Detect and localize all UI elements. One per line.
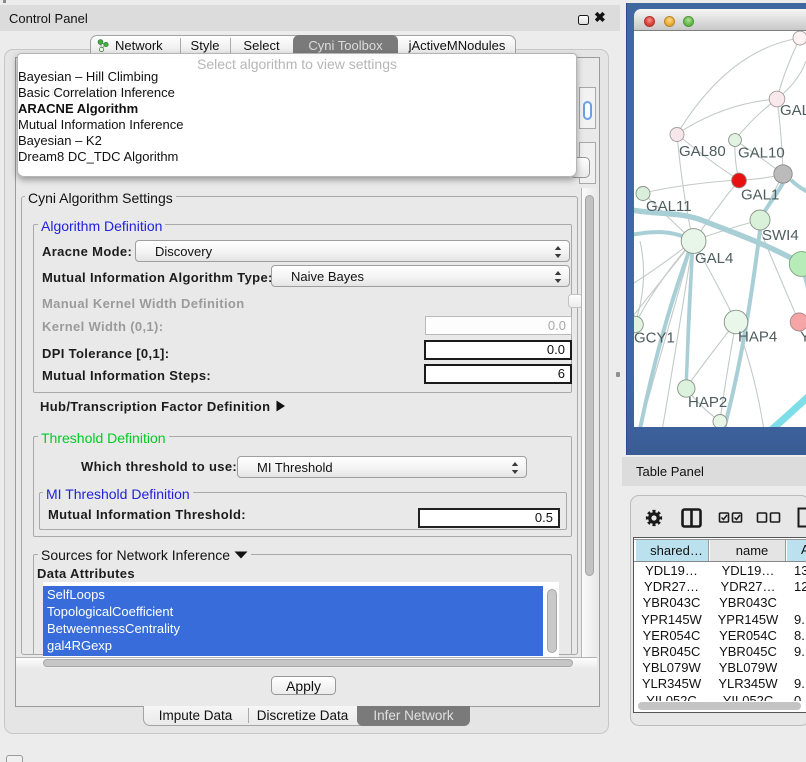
svg-text:GCY1: GCY1 bbox=[634, 330, 675, 347]
svg-text:GAL10: GAL10 bbox=[738, 145, 785, 162]
svg-text:GAL11: GAL11 bbox=[646, 198, 692, 215]
svg-text:GAL80: GAL80 bbox=[679, 143, 726, 160]
svg-text:GAL1: GAL1 bbox=[741, 187, 779, 204]
svg-text:GAL4: GAL4 bbox=[695, 250, 733, 267]
svg-text:Y: Y bbox=[800, 329, 806, 346]
svg-text:HAP4: HAP4 bbox=[738, 329, 777, 346]
svg-text:GAL2: GAL2 bbox=[780, 102, 806, 119]
svg-text:SWI4: SWI4 bbox=[762, 227, 799, 244]
svg-text:HAP2: HAP2 bbox=[688, 394, 727, 411]
